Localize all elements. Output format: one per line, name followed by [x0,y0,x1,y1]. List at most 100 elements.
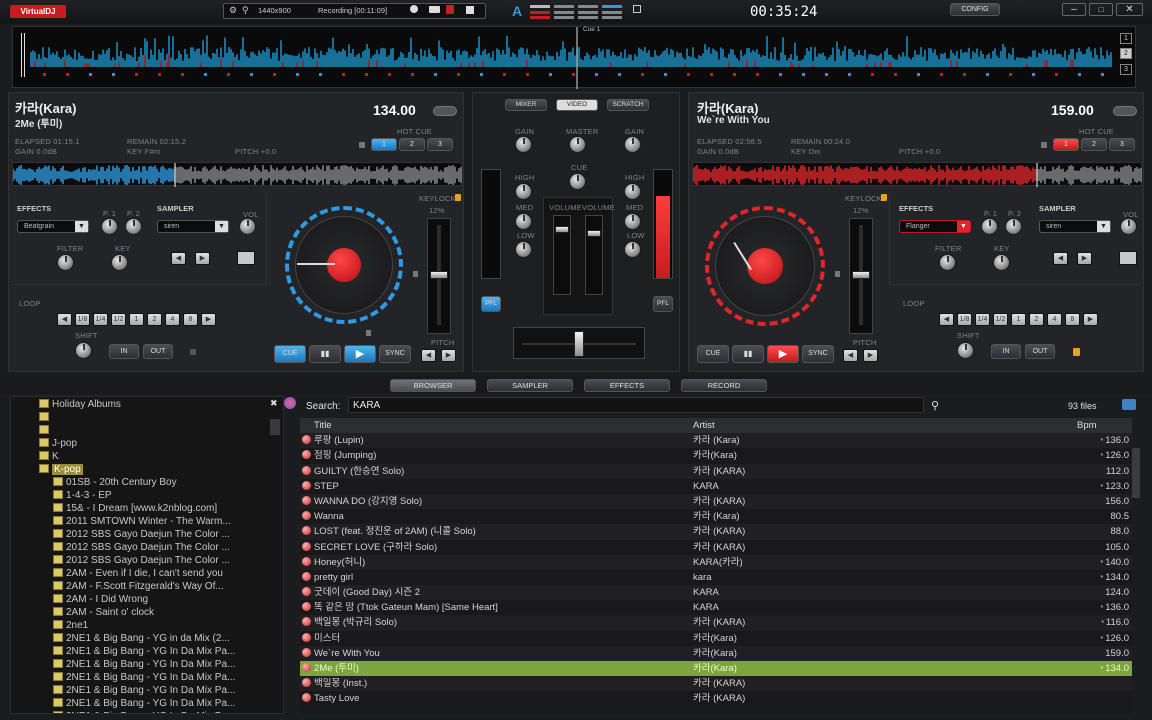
deck-left-loop-btn-2[interactable]: 1/4 [93,313,108,326]
deck-left-pitch-slider[interactable] [427,218,451,334]
folder-item[interactable]: 2NE1 & Big Bang - YG In Da Mix Pa... [39,684,279,697]
table-row[interactable]: 똑 같은 맘 (Ttok Gateun Mam) [Same Heart] KAR… [300,600,1132,615]
deck-right-loop-btn-0[interactable]: ◀ [939,313,954,326]
deck-right-pitch-slider[interactable] [849,218,873,334]
close-button[interactable]: ✕ [1116,3,1143,16]
table-row[interactable]: 백일몽 (Inst.) 카라 (KARA) [300,676,1132,692]
table-row[interactable]: 백일몽 (박규리 Solo) 카라 (KARA) * 116.0 [300,615,1132,631]
deck-right-waveform[interactable] [692,162,1142,187]
grid-icon[interactable] [633,5,641,13]
tab-effects[interactable]: EFFECTS [584,379,670,392]
folder-item[interactable]: 2NE1 & Big Bang - YG In Da Mix Pa... [39,658,279,671]
deck-left-loop-btn-3[interactable]: 1/2 [111,313,126,326]
search-input[interactable]: KARA [348,397,924,413]
deck-right-key-knob[interactable] [993,254,1010,271]
stop-icon[interactable] [466,6,474,14]
deck-left-jog-wheel[interactable] [285,206,403,324]
deck-right-loop-btn-1[interactable]: 1/8 [957,313,972,326]
folder-item[interactable]: 2AM - Even if I die, I can't send you [39,567,279,580]
deck-left-shift-knob[interactable] [75,342,92,359]
deck-right-play-button[interactable]: ▶ [767,345,799,363]
camera-icon[interactable] [429,6,440,13]
mixer-gain-left-knob[interactable] [515,136,532,153]
deck-left-loop-btn-4[interactable]: 1 [129,313,144,326]
deck-right-sync-button[interactable]: SYNC [802,345,834,363]
tab-browser[interactable]: BROWSER [390,379,476,392]
folder-item[interactable]: 2012 SBS Gayo Daejun The Color ... [39,541,279,554]
table-row[interactable]: 점핑 (Jumping) 카라(Kara) * 126.0 [300,448,1132,463]
deck-right-filter-knob[interactable] [939,254,956,271]
folder-item[interactable]: Holiday Albums [39,398,279,411]
deck-left-waveform[interactable] [12,162,462,187]
deck-left-sampler-vol-knob[interactable] [239,218,256,235]
tree-add-icon[interactable] [284,397,296,409]
deck-right-sampler-prev[interactable]: ◀ [1053,252,1068,265]
table-row[interactable]: 미스터 카라(Kara) * 126.0 [300,631,1132,646]
folder-item[interactable]: 1-4-3 - EP [39,489,279,502]
table-row[interactable]: pretty girl kara * 134.0 [300,570,1132,585]
deck-right-cue-button[interactable]: CUE [697,345,729,363]
table-row[interactable]: Honey(허니) KARA(카라) * 140.0 [300,554,1132,570]
folder-item[interactable]: 2012 SBS Gayo Daejun The Color ... [39,554,279,567]
mixer-gain-right-knob[interactable] [624,136,641,153]
file-list-header[interactable]: Title Artist Bpm [300,418,1132,434]
deck-right-sampler-vol-knob[interactable] [1120,218,1137,235]
folder-item[interactable]: 2012 SBS Gayo Daejun The Color ... [39,528,279,541]
deck-right-loop-btn-3[interactable]: 1/2 [993,313,1008,326]
a-icon[interactable]: A [512,3,522,19]
header-bpm[interactable]: Bpm [1073,418,1129,433]
mixer-med-right-knob[interactable] [624,213,641,230]
table-row[interactable]: GUILTY (한승연 Solo) 카라 (KARA) 112.0 [300,463,1132,479]
side-list-icon[interactable] [1122,399,1136,410]
deck-right-sampler-rec[interactable] [1119,251,1137,265]
deck-left-key-knob[interactable] [111,254,128,271]
mixer-volume-right-fader[interactable] [585,215,603,295]
mixer-tab-video[interactable]: VIDEO [556,99,598,111]
tree-scrollbar[interactable] [270,419,280,435]
deck-right-keylock-icon[interactable] [881,194,887,201]
deck-left-hotcue-3[interactable]: 3 [427,138,453,151]
folder-item[interactable] [39,424,279,437]
folder-item[interactable]: 2NE1 & Big Bang - YG in da Mix (2... [39,632,279,645]
deck-right-pitch-down[interactable]: ◀ [843,349,858,362]
mixer-pfl-right[interactable]: PFL [653,296,673,312]
folder-item[interactable]: 15& - I Dream [www.k2nblog.com] [39,502,279,515]
deck-right-loop-out[interactable]: OUT [1025,344,1055,359]
deck-left-loop-btn-1[interactable]: 1/8 [75,313,90,326]
deck-right-loop-in[interactable]: IN [991,344,1021,359]
folder-item[interactable]: 2NE1 & Big Bang - YG In Da Mix Pa... [39,710,279,713]
mixer-volume-left-cap[interactable] [555,226,569,233]
deck-left-loop-btn-0[interactable]: ◀ [57,313,72,326]
overview-button-3[interactable]: 3 [1120,64,1132,75]
mixer-high-right-knob[interactable] [624,183,641,200]
table-row[interactable]: 2Me (투미) 카라(Kara) * 134.0 [300,661,1132,677]
mixer-tab-mixer[interactable]: MIXER [505,99,547,111]
deck-left-loop-btn-6[interactable]: 4 [165,313,180,326]
deck-right-hotcue-1[interactable]: 1 [1053,138,1079,151]
deck-right-sampler-select[interactable]: siren ▼ [1039,220,1111,233]
mixer-volume-left-fader[interactable] [553,215,571,295]
deck-right-p2-knob[interactable] [1005,218,1022,235]
file-list[interactable]: Title Artist Bpm 루팡 (Lupin) 카라 (Kara) * 13… [300,418,1132,714]
deck-left-loop-out[interactable]: OUT [143,344,173,359]
folder-item[interactable]: 01SB - 20th Century Boy [39,476,279,489]
table-row[interactable]: SECRET LOVE (구하라 Solo) 카라 (KARA) 105.0 [300,540,1132,555]
deck-left-sampler-next[interactable]: ▶ [195,252,210,265]
folder-item[interactable] [39,411,279,424]
mixer-tab-scratch[interactable]: SCRATCH [607,99,649,111]
maximize-button[interactable]: □ [1089,3,1113,16]
tree-close-icon[interactable]: ✖ [270,398,278,409]
deck-left-sampler-select[interactable]: siren ▼ [157,220,229,233]
deck-left-effect-select[interactable]: Beatgrain ▼ [17,220,89,233]
mixer-low-left-knob[interactable] [515,241,532,258]
minimize-button[interactable]: – [1062,3,1086,16]
gear-icon[interactable]: ⚙ [229,5,237,16]
deck-left-bpm-toggle[interactable] [433,106,457,116]
deck-left-hotcue-2[interactable]: 2 [399,138,425,151]
broadcast-icon[interactable] [446,5,454,14]
tab-sampler[interactable]: SAMPLER [487,379,573,392]
folder-item-open[interactable]: K-pop [39,463,279,476]
deck-left-sampler-rec[interactable] [237,251,255,265]
table-row[interactable]: Wanna 카라 (Kara) 80.5 [300,509,1132,524]
table-row[interactable]: Tasty Love 카라 (KARA) [300,691,1132,706]
